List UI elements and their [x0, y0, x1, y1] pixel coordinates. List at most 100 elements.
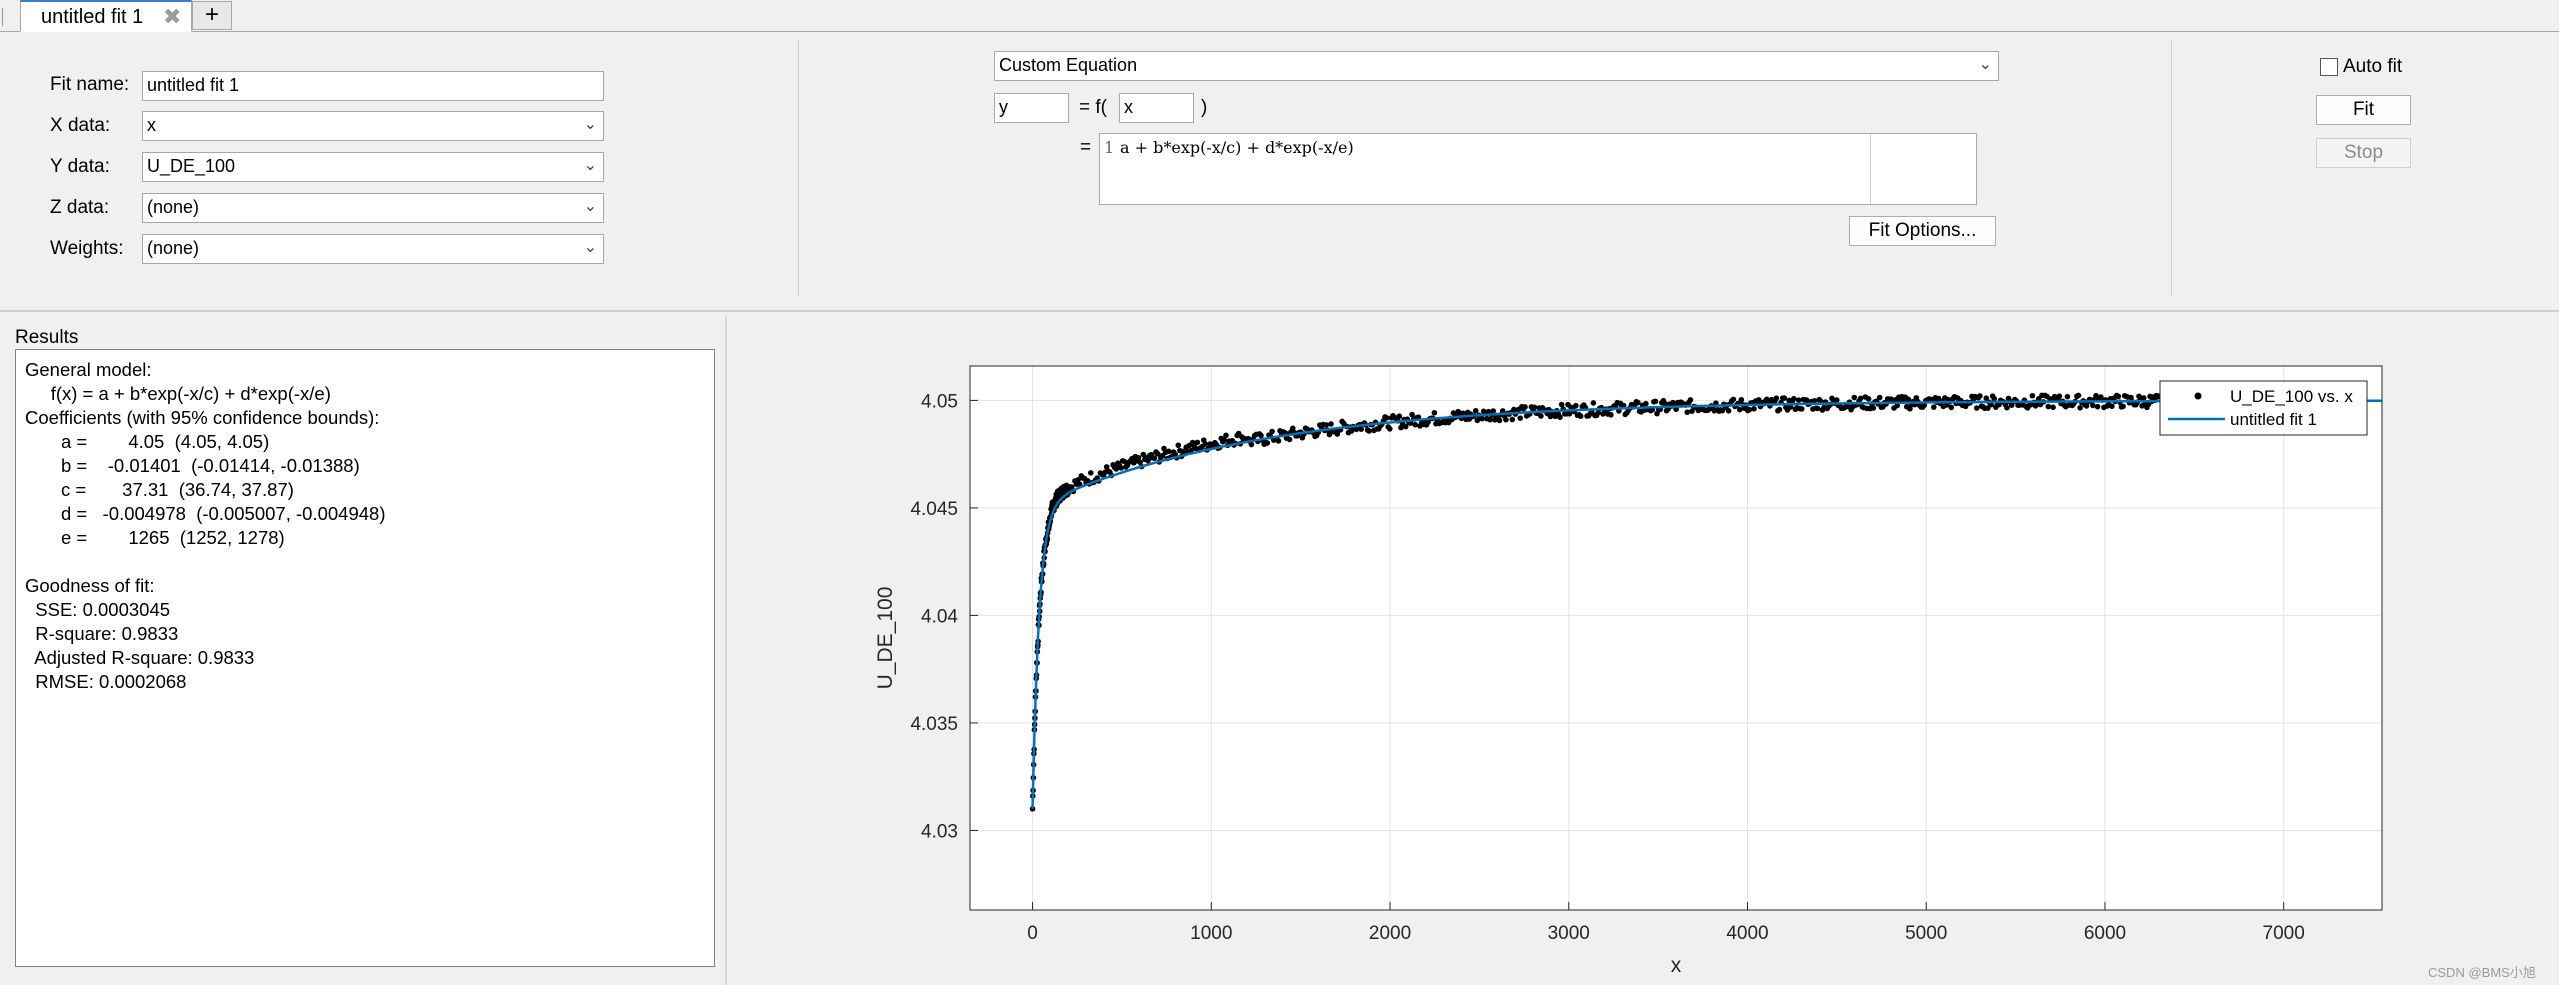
results-title: Results — [15, 327, 79, 348]
fit-button[interactable]: Fit — [2316, 95, 2411, 125]
data-point — [1496, 417, 1503, 424]
data-point — [1776, 406, 1783, 413]
data-point — [1366, 428, 1372, 434]
data-point — [1431, 409, 1438, 416]
data-point — [1857, 395, 1864, 402]
data-point — [1577, 413, 1584, 419]
equals-label: = — [1080, 137, 1092, 158]
equation-expression: a + b*exp(-x/c) + d*exp(-x/e) — [1120, 138, 1354, 157]
z-data-select[interactable]: (none) ⌄ — [142, 193, 604, 223]
x-data-select[interactable]: x ⌄ — [142, 111, 604, 141]
data-point — [1387, 426, 1393, 432]
z-data-label: Z data: — [50, 197, 110, 218]
data-point — [1876, 394, 1883, 401]
y-axis-label: U_DE_100 — [874, 587, 897, 690]
data-point — [1396, 413, 1403, 419]
x-tick-label: 4000 — [1726, 923, 1768, 944]
data-point — [2004, 404, 2010, 411]
tab-bar-edge — [2, 8, 5, 26]
data-point — [1088, 470, 1094, 476]
y-data-value: U_DE_100 — [147, 156, 236, 176]
y-tick-label: 4.045 — [910, 499, 958, 520]
y-tick-label: 4.04 — [921, 606, 958, 627]
data-point — [1833, 397, 1840, 403]
weights-select[interactable]: (none) ⌄ — [142, 234, 604, 264]
tab-untitled-fit-1[interactable]: untitled fit 1 ✖ — [20, 0, 192, 32]
fit-name-input[interactable]: untitled fit 1 — [142, 71, 604, 101]
equation-editor[interactable]: 1 a + b*exp(-x/c) + d*exp(-x/e) — [1099, 133, 1977, 205]
plot-background — [970, 366, 2382, 910]
data-point — [1573, 402, 1579, 409]
fit-type-select[interactable]: Custom Equation ⌄ — [994, 51, 1999, 81]
chevron-down-icon: ⌄ — [583, 198, 597, 215]
data-point — [1522, 404, 1528, 410]
data-point — [1870, 405, 1877, 411]
y-data-label: Y data: — [50, 156, 110, 177]
watermark: CSDN @BMS小旭 — [2428, 965, 2536, 980]
data-point — [2120, 403, 2126, 410]
data-point — [1746, 406, 1753, 413]
data-point — [2140, 395, 2147, 401]
fit-plot[interactable]: 0 1000 2000 3000 4000 5000 6000 7000 4.03 4.035 4.… — [729, 316, 2559, 985]
close-icon[interactable]: ✖ — [163, 4, 181, 30]
data-point — [1264, 440, 1271, 446]
data-point — [2075, 392, 2082, 399]
data-point — [1472, 407, 1479, 414]
add-tab-button[interactable]: + — [192, 1, 232, 30]
divider — [2171, 40, 2172, 296]
plot-legend: U_DE_100 vs. x untitled fit 1 — [2159, 380, 2368, 436]
chevron-down-icon: ⌄ — [583, 239, 597, 256]
data-point — [1751, 405, 1757, 412]
data-point — [1798, 406, 1805, 412]
data-point — [1323, 422, 1330, 428]
result-line: b = -0.01401 (-0.01414, -0.01388) — [25, 455, 360, 476]
divider — [798, 40, 799, 296]
data-point — [1194, 439, 1201, 446]
plot-grid — [970, 366, 2382, 910]
y-data-select[interactable]: U_DE_100 ⌄ — [142, 152, 604, 182]
fit-options-button[interactable]: Fit Options... — [1849, 216, 1996, 246]
result-line: Coefficients (with 95% confidence bounds… — [25, 407, 380, 428]
data-point — [2090, 402, 2096, 409]
independent-variable-input[interactable]: x — [1119, 93, 1194, 123]
result-line: f(x) = a + b*exp(-x/c) + d*exp(-x/e) — [25, 383, 331, 404]
data-point — [1531, 404, 1538, 411]
data-point — [1517, 415, 1524, 421]
result-line: Adjusted R-square: 0.9833 — [25, 647, 255, 668]
weights-value: (none) — [147, 238, 200, 258]
x-data-value: x — [147, 115, 156, 135]
data-point — [1635, 399, 1641, 406]
y-tick-label: 4.03 — [921, 821, 958, 842]
data-point — [1412, 421, 1419, 428]
data-point — [1795, 397, 1802, 403]
auto-fit-checkbox[interactable] — [2320, 58, 2338, 76]
data-point — [1865, 396, 1872, 402]
results-text-box: General model: f(x) = a + b*exp(-x/c) + … — [15, 349, 715, 967]
data-point — [2056, 393, 2063, 399]
result-line: Goodness of fit: — [25, 575, 155, 596]
legend-label: untitled fit 1 — [2230, 410, 2317, 429]
data-point — [1930, 404, 1937, 410]
stop-button[interactable]: Stop — [2316, 138, 2411, 168]
legend-marker-points — [2194, 392, 2202, 400]
data-point — [1328, 421, 1334, 427]
data-point — [2045, 403, 2052, 410]
chevron-down-icon: ⌄ — [1978, 56, 1992, 73]
x-tick-label: 1000 — [1190, 923, 1232, 944]
data-point — [1725, 407, 1732, 414]
dependent-variable-input[interactable]: y — [994, 93, 1069, 123]
result-line: RMSE: 0.0002068 — [25, 671, 187, 692]
data-point — [1730, 396, 1737, 403]
data-point — [1479, 415, 1485, 422]
data-point — [1652, 398, 1659, 405]
data-point — [1736, 406, 1743, 413]
weights-label: Weights: — [50, 238, 124, 259]
data-point — [1221, 437, 1228, 443]
data-point — [1275, 438, 1282, 444]
data-point — [1973, 405, 1980, 411]
result-line: e = 1265 (1252, 1278) — [25, 527, 285, 548]
tab-bar — [0, 0, 2559, 32]
data-point — [1773, 395, 1780, 402]
data-point — [1383, 415, 1390, 421]
data-point — [2115, 393, 2122, 400]
